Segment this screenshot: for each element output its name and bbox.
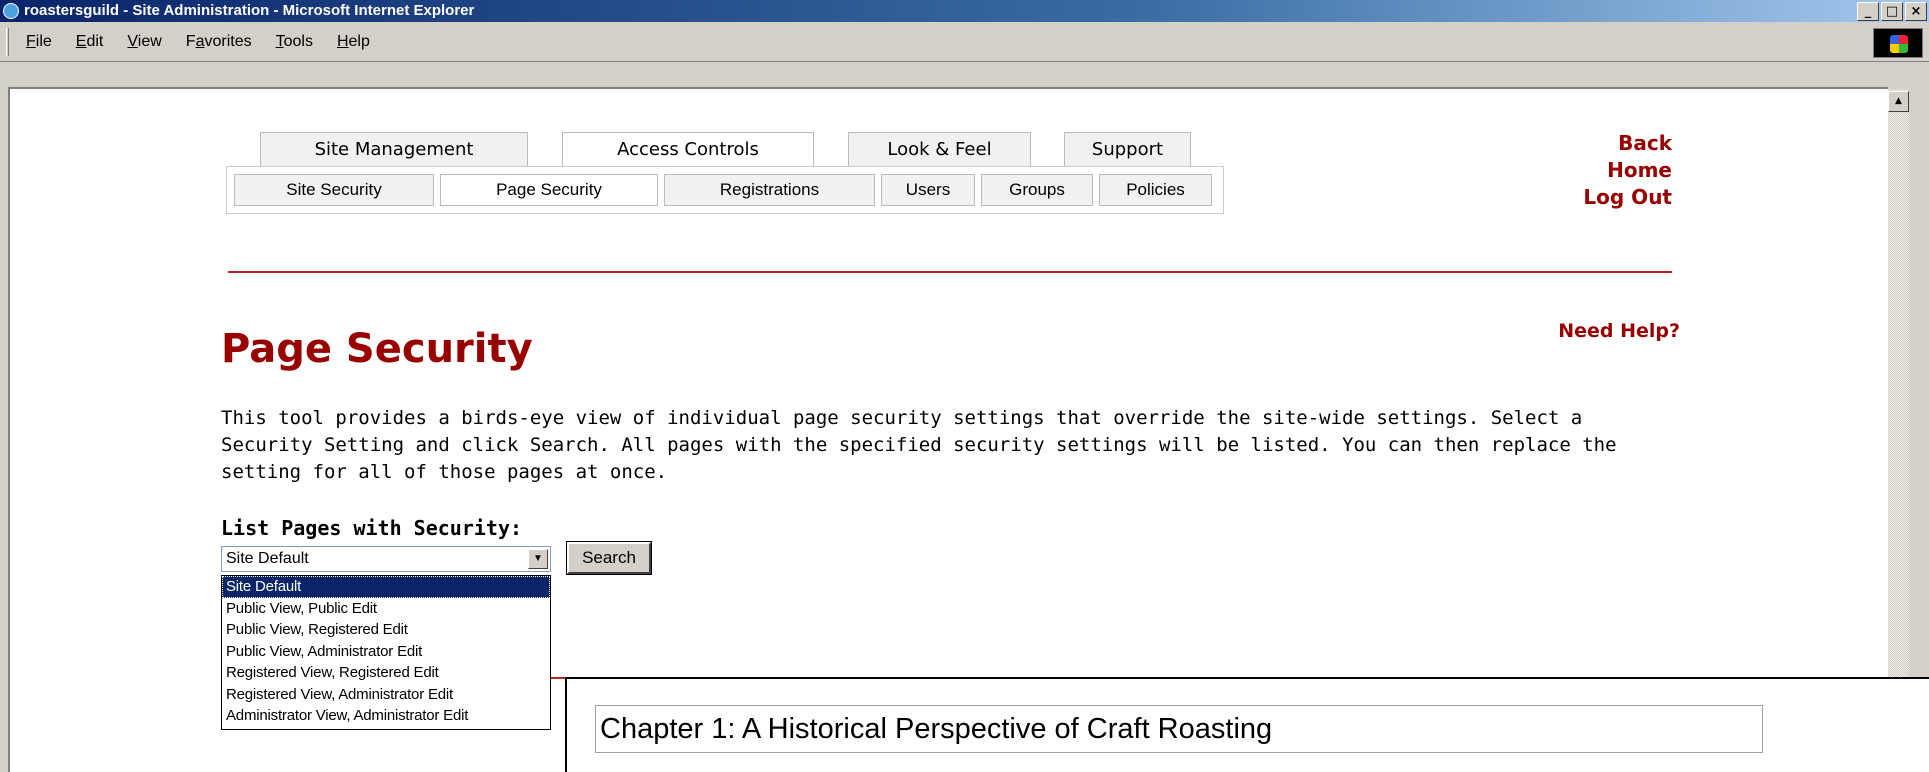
subtab-page-security[interactable]: Page Security: [440, 174, 658, 206]
nav-links: Back Home Log Out: [1520, 130, 1672, 211]
dropdown-option[interactable]: Public View, Administrator Edit: [222, 641, 550, 663]
window-right-edge: [1908, 62, 1929, 772]
dropdown-option[interactable]: Administrator View, Administrator Edit: [222, 705, 550, 727]
menu-favorites[interactable]: Favorites: [174, 33, 264, 51]
back-link[interactable]: Back: [1520, 130, 1672, 157]
window-title-bar[interactable]: roastersguild - Site Administration - Mi…: [0, 0, 1929, 22]
dropdown-option[interactable]: Site Default: [222, 576, 550, 598]
menu-tools[interactable]: Tools: [264, 33, 325, 51]
close-button[interactable]: ×: [1905, 2, 1927, 21]
window-title: roastersguild - Site Administration - Mi…: [24, 2, 475, 19]
subtab-policies[interactable]: Policies: [1099, 174, 1212, 206]
security-filter-label: List Pages with Security:: [221, 516, 523, 540]
home-link[interactable]: Home: [1520, 157, 1672, 184]
subtab-registrations[interactable]: Registrations: [664, 174, 875, 206]
menu-file[interactable]: File: [14, 33, 64, 51]
menu-help[interactable]: Help: [325, 33, 382, 51]
tab-look-and-feel[interactable]: Look & Feel: [848, 132, 1031, 168]
scroll-up-arrow-icon[interactable]: ▲: [1888, 91, 1909, 112]
dropdown-option[interactable]: Public View, Registered Edit: [222, 619, 550, 641]
minimize-button[interactable]: _: [1857, 2, 1879, 21]
subtab-site-security[interactable]: Site Security: [234, 174, 434, 206]
subtab-groups[interactable]: Groups: [981, 174, 1093, 206]
dropdown-option[interactable]: Registered View, Administrator Edit: [222, 684, 550, 706]
windows-logo-icon: [1873, 28, 1923, 58]
tab-site-management[interactable]: Site Management: [260, 132, 528, 168]
security-dropdown-list: Site Default Public View, Public Edit Pu…: [221, 575, 551, 730]
sub-tabs: Site Security Page Security Registration…: [234, 174, 1218, 206]
dropdown-option[interactable]: Registered View, Registered Edit: [222, 662, 550, 684]
vertical-scrollbar[interactable]: ▲: [1888, 89, 1909, 772]
chevron-down-icon[interactable]: ▼: [528, 549, 548, 569]
main-tabs: Site Management Access Controls Look & F…: [260, 132, 1191, 168]
menu-bar: File Edit View Favorites Tools Help: [0, 22, 1929, 62]
window-controls: _ □ ×: [1855, 2, 1927, 21]
menu-edit[interactable]: Edit: [64, 33, 116, 51]
security-select-value: Site Default: [226, 550, 309, 567]
page-title: Page Security: [221, 326, 533, 372]
menu-view[interactable]: View: [115, 33, 173, 51]
subtab-users[interactable]: Users: [881, 174, 975, 206]
maximize-button[interactable]: □: [1881, 2, 1903, 21]
search-button[interactable]: Search: [566, 541, 652, 575]
logout-link[interactable]: Log Out: [1520, 184, 1672, 211]
toolbar-grip[interactable]: [6, 28, 9, 56]
security-select[interactable]: Site Default ▼: [221, 546, 551, 572]
need-help-link[interactable]: Need Help?: [1530, 320, 1680, 342]
internet-explorer-icon: [3, 3, 19, 19]
menu-items: File Edit View Favorites Tools Help: [14, 22, 382, 62]
tab-support[interactable]: Support: [1064, 132, 1191, 168]
chapter-title-field[interactable]: Chapter 1: A Historical Perspective of C…: [595, 705, 1763, 753]
tab-access-controls[interactable]: Access Controls: [562, 132, 814, 168]
page-description: This tool provides a birds-eye view of i…: [221, 407, 1617, 483]
divider: [228, 271, 1672, 273]
dropdown-option[interactable]: Public View, Public Edit: [222, 598, 550, 620]
